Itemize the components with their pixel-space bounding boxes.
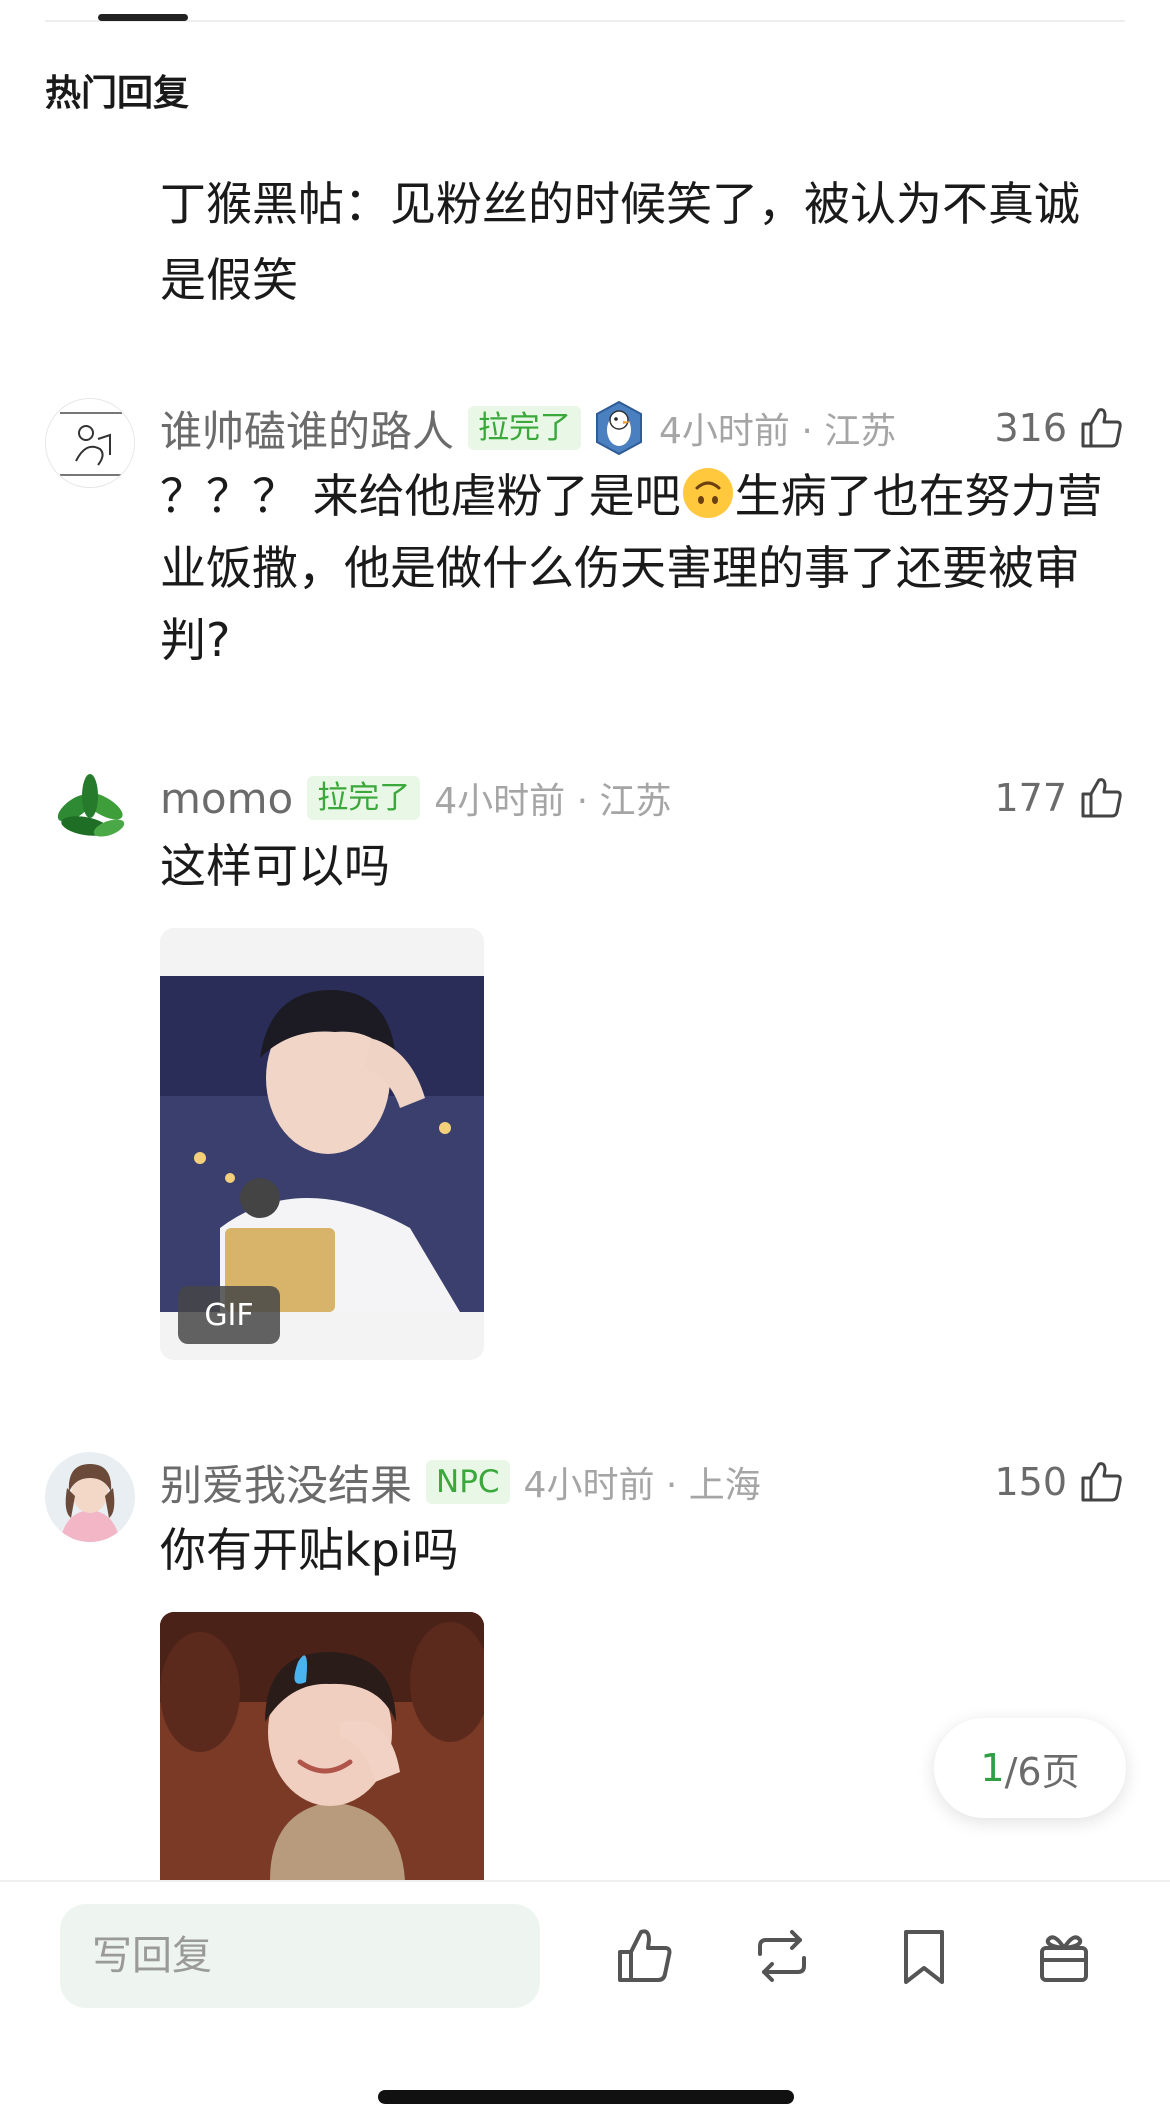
gif-badge: GIF <box>178 1286 280 1344</box>
user-tag: 拉完了 <box>468 406 582 450</box>
like-button[interactable]: 177 <box>994 768 1125 828</box>
image-attachment[interactable] <box>160 1612 484 1880</box>
thumbs-up-icon[interactable] <box>612 1924 676 1988</box>
comment-meta: 别爱我没结果 NPC 4小时前 · 上海 <box>160 1452 761 1512</box>
bottom-action-bar <box>0 1880 1170 2128</box>
penguin-badge-icon <box>593 400 645 456</box>
comment-text-part: ？？？ 来给他虐粉了是吧 <box>160 469 681 523</box>
avatar[interactable] <box>45 768 135 858</box>
repost-icon[interactable] <box>750 1924 814 1988</box>
comment-text: ？？？ 来给他虐粉了是吧 生病了也在努力营业饭撒，他是做什么伤天害理的事了还要被… <box>160 460 1120 676</box>
sketch-avatar-image <box>46 399 134 487</box>
upside-down-face-emoji-icon <box>682 468 733 518</box>
like-button[interactable]: 316 <box>994 398 1125 458</box>
comment-meta: momo 拉完了 4小时前 · 江苏 <box>160 768 671 828</box>
reply-input[interactable] <box>60 1904 540 2008</box>
like-count: 177 <box>994 776 1067 820</box>
username[interactable]: 谁帅磕谁的路人 <box>160 398 454 459</box>
gift-icon[interactable] <box>1032 1924 1096 1988</box>
thumbs-up-icon <box>1081 1462 1122 1502</box>
user-tag: NPC <box>426 1460 510 1504</box>
top-divider <box>45 20 1125 22</box>
time-location: 4小时前 · 江苏 <box>659 411 897 452</box>
quoted-post-text: 丁猴黑帖：见粉丝的时候笑了，被认为不真诚是假笑 <box>160 177 1080 307</box>
home-indicator <box>378 2090 794 2104</box>
comment-item: 谁帅磕谁的路人 拉完了 4小时前 · 江苏 316 ？？？ 来给他虐粉了是吧 生… <box>0 398 1170 698</box>
gif-attachment[interactable]: GIF <box>160 928 484 1360</box>
bookmark-icon[interactable] <box>892 1924 956 1988</box>
like-count: 316 <box>994 406 1067 450</box>
like-count: 150 <box>994 1460 1067 1504</box>
page-indicator[interactable]: 1/6页 <box>934 1718 1126 1818</box>
comment-text: 你有开贴kpi吗 <box>160 1523 459 1577</box>
page-current: 1 <box>980 1746 1005 1790</box>
tab-indicator <box>98 14 188 21</box>
time-location: 4小时前 · 上海 <box>523 1465 761 1506</box>
section-title: 热门回复 <box>45 73 190 114</box>
plant-avatar-image <box>45 768 135 858</box>
user-tag: 拉完了 <box>307 776 421 820</box>
avatar[interactable] <box>45 398 135 488</box>
meme-preview-image <box>160 1612 484 1880</box>
time-location: 4小时前 · 江苏 <box>434 781 672 822</box>
comment-text: 这样可以吗 <box>160 839 390 893</box>
page-total: /6页 <box>1004 1749 1080 1794</box>
thumbs-up-icon <box>1081 408 1122 448</box>
avatar[interactable] <box>45 1452 135 1542</box>
username[interactable]: 别爱我没结果 <box>160 1452 412 1513</box>
comment-item: momo 拉完了 4小时前 · 江苏 177 这样可以吗 GIF <box>0 768 1170 1368</box>
thumbs-up-icon <box>1081 778 1122 818</box>
username[interactable]: momo <box>160 774 293 823</box>
girl-avatar-image <box>45 1452 135 1542</box>
like-button[interactable]: 150 <box>994 1452 1125 1512</box>
comment-meta: 谁帅磕谁的路人 拉完了 4小时前 · 江苏 <box>160 398 896 458</box>
